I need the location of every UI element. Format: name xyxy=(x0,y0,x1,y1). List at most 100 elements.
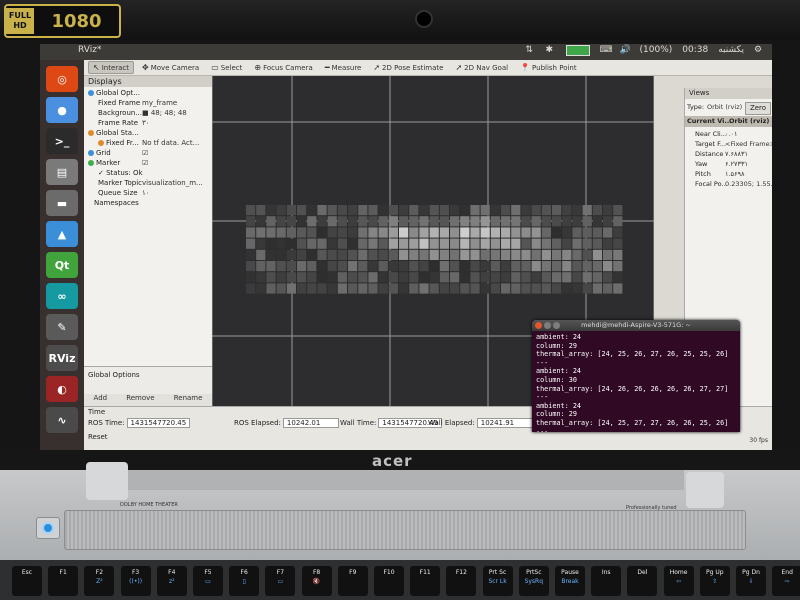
view-type-select[interactable]: Orbit (rviz) xyxy=(707,102,742,112)
volume-icon[interactable]: 🔊 xyxy=(620,45,631,55)
qtcreator-icon[interactable]: ▲ xyxy=(46,221,78,247)
rqt-icon[interactable]: ◐ xyxy=(46,376,78,402)
thermal-cell xyxy=(562,249,572,260)
battery-indicator[interactable] xyxy=(565,45,590,56)
thermal-cell xyxy=(419,227,429,238)
key-f3[interactable]: F3 ((•)) xyxy=(120,566,151,596)
key-f2[interactable]: F2 Z² xyxy=(84,566,115,596)
reset-button[interactable]: Reset xyxy=(88,433,108,441)
key-f8[interactable]: F8 🔇 xyxy=(301,566,332,596)
view-property-key: Target F... xyxy=(695,140,727,148)
gear-icon[interactable]: ⚙ xyxy=(754,45,764,55)
display-tree-row[interactable]: Fixed Fr... No tf data. Act... xyxy=(84,138,212,148)
key-f11[interactable]: F11 xyxy=(410,566,441,596)
display-tree-row[interactable]: Namespaces xyxy=(84,198,212,208)
publish-point-tool[interactable]: 📍 Publish Point xyxy=(516,62,581,73)
key-pause[interactable]: Pause Break xyxy=(555,566,585,596)
rviz-icon[interactable]: RViz xyxy=(46,345,78,371)
view-property-row[interactable]: Pitch ۱.۵۶۹۸ xyxy=(687,169,772,179)
key-f10[interactable]: F10 xyxy=(374,566,404,596)
key-f1[interactable]: F1 xyxy=(48,566,79,596)
key-f9[interactable]: F9 xyxy=(337,566,368,596)
add-button[interactable]: Add xyxy=(92,394,110,406)
drive-icon[interactable]: ▬ xyxy=(46,190,78,216)
arduino-icon[interactable]: ∞ xyxy=(46,283,78,309)
editor-icon[interactable]: ✎ xyxy=(46,314,78,340)
display-tree-row[interactable]: Grid ☑ xyxy=(84,148,212,158)
thermal-cell xyxy=(450,272,460,283)
key-home[interactable]: Home ⇦ xyxy=(663,566,694,596)
key-f7[interactable]: F7 ▭ xyxy=(265,566,296,596)
display-tree-row[interactable]: Marker ☑ xyxy=(84,158,212,168)
display-tree-row[interactable]: Global Opt... xyxy=(84,88,212,98)
tool-label: Focus Camera xyxy=(263,63,313,72)
thermal-cell xyxy=(613,261,623,272)
rename-button[interactable]: Rename xyxy=(172,394,205,406)
status-dot-icon xyxy=(98,140,104,146)
terminal-icon[interactable]: >_ xyxy=(46,128,78,154)
chrome-icon[interactable]: ● xyxy=(46,97,78,123)
files-icon[interactable]: ▤ xyxy=(46,159,78,185)
key-prt-sc[interactable]: Prt Sc Scr Lk xyxy=(482,566,513,596)
view-property-row[interactable]: Yaw ۶.۲۷۳۳۱ xyxy=(687,159,772,169)
network-icon[interactable]: ⇅ xyxy=(526,45,536,55)
display-tree-row[interactable]: Frame Rate ۳۰ xyxy=(84,118,212,128)
display-tree-row[interactable]: Global Sta... xyxy=(84,128,212,138)
ubuntu-icon[interactable]: ◎ xyxy=(46,66,78,92)
terminal-window[interactable]: mehdi@mehdi-Aspire-V3-571G: ~ ambient: 2… xyxy=(532,320,740,432)
display-tree-row[interactable]: Backgroun... ■ 48; 48; 48 xyxy=(84,108,212,118)
view-property-row[interactable]: Near Cli... ۰.۰۱ xyxy=(687,129,772,139)
measure-tool[interactable]: ━ Measure xyxy=(321,62,366,73)
view-property-value: 0.23305; 1.55... xyxy=(725,180,772,188)
qt-icon[interactable]: Qt xyxy=(46,252,78,278)
display-tree-row[interactable]: Fixed Frame my_frame xyxy=(84,98,212,108)
monitor-icon[interactable]: ∿ xyxy=(46,407,78,433)
bluetooth-icon[interactable]: ✱ xyxy=(546,45,556,55)
thermal-cell xyxy=(613,283,623,294)
display-tree-row[interactable]: ✓ Status: Ok xyxy=(84,168,212,178)
thermal-cell xyxy=(297,216,307,227)
key-pg-up[interactable]: Pg Up ⇧ xyxy=(699,566,730,596)
focus-camera-tool[interactable]: ⊕ Focus Camera xyxy=(250,62,316,73)
key-esc[interactable]: Esc xyxy=(12,566,42,596)
display-tree-row[interactable]: Marker Topic visualization_m... xyxy=(84,178,212,188)
minimize-icon[interactable] xyxy=(544,322,551,329)
view-property-row[interactable]: Focal Po... 0.23305; 1.55... xyxy=(687,179,772,189)
key-f6[interactable]: F6 ▯ xyxy=(229,566,260,596)
move-camera-tool[interactable]: ✥ Move Camera xyxy=(138,62,203,73)
maximize-icon[interactable] xyxy=(553,322,560,329)
thermal-cell xyxy=(480,283,490,294)
thermal-cell xyxy=(256,283,266,294)
select-tool[interactable]: ▭ Select xyxy=(207,62,246,73)
thermal-cell xyxy=(613,238,623,249)
power-button[interactable] xyxy=(36,517,60,539)
interact-tool[interactable]: ↖ Interact xyxy=(88,61,135,74)
view-property-row[interactable]: Distance ۷.۶۸۸۳۱ xyxy=(687,149,772,159)
display-tree-row[interactable]: Queue Size ۱۰ xyxy=(84,188,212,198)
terminal-titlebar[interactable]: mehdi@mehdi-Aspire-V3-571G: ~ xyxy=(532,320,740,331)
key-ins[interactable]: Ins xyxy=(591,566,622,596)
key-f4[interactable]: F4 z² xyxy=(156,566,187,596)
keyboard-layout-icon[interactable]: ⌨ xyxy=(600,45,613,55)
current-view-row[interactable]: Current Vi... Orbit (rviz) xyxy=(685,116,772,127)
key-pg-dn[interactable]: Pg Dn ⇩ xyxy=(736,566,766,596)
2d-pose-estimate-tool[interactable]: ➚ 2D Pose Estimate xyxy=(369,62,447,73)
key-f5[interactable]: F5 ▭ xyxy=(193,566,223,596)
thermal-cell xyxy=(603,261,613,272)
close-icon[interactable] xyxy=(535,322,542,329)
clock[interactable]: 00:38 xyxy=(682,45,708,56)
key-end[interactable]: End ⇨ xyxy=(772,566,800,596)
key-f12[interactable]: F12 xyxy=(446,566,477,596)
2d-nav-goal-tool[interactable]: ➚ 2D Nav Goal xyxy=(451,62,512,73)
key-del[interactable]: Del xyxy=(627,566,658,596)
thermal-cell xyxy=(409,272,419,283)
key-label: F4 xyxy=(168,569,176,576)
thermal-cell xyxy=(541,238,551,249)
remove-button[interactable]: Remove xyxy=(124,394,156,406)
terminal-line: column: 29 xyxy=(536,410,577,419)
view-property-row[interactable]: Target F... <Fixed Frame> xyxy=(687,139,772,149)
thermal-cell xyxy=(409,216,419,227)
key-prtsc[interactable]: PrtSc SysRq xyxy=(518,566,549,596)
thermal-cell xyxy=(592,261,602,272)
zero-button[interactable]: Zero xyxy=(745,102,771,115)
